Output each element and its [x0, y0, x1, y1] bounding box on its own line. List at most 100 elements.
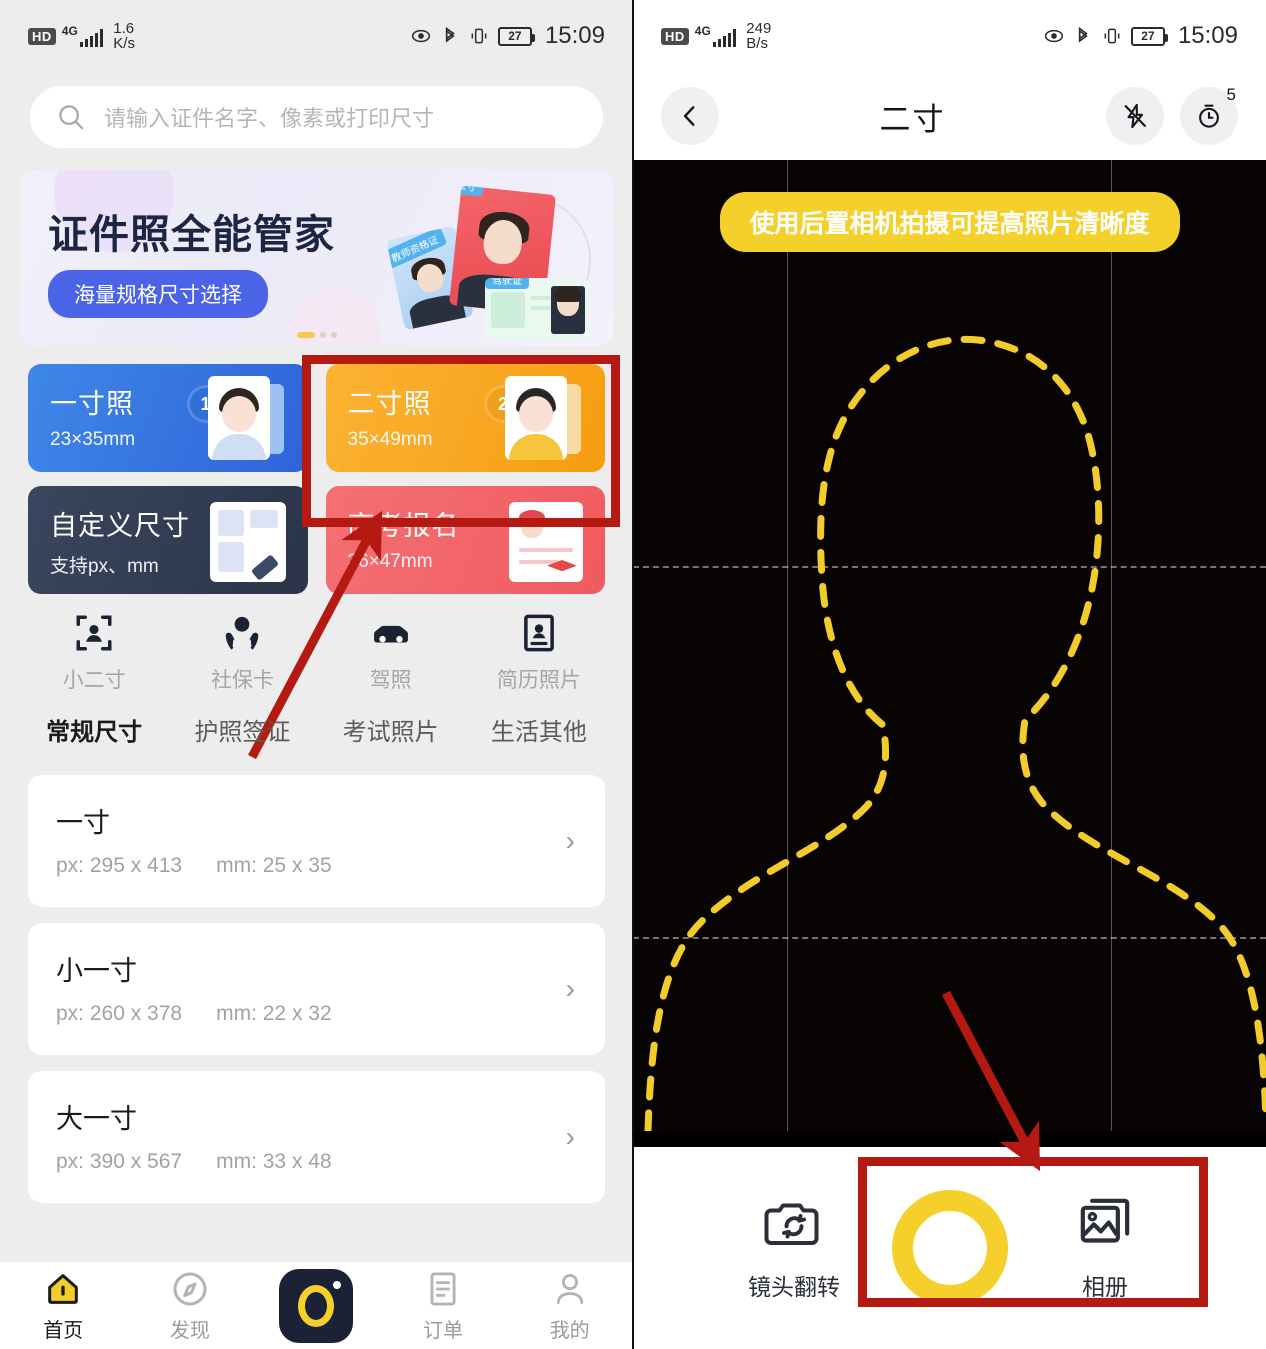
page-title: 二寸	[879, 101, 946, 137]
social-security-hands-icon	[168, 612, 316, 654]
network-speed: 249 B/s	[746, 21, 771, 51]
size-card-gaokao[interactable]: 高考报名 36×47mm	[325, 486, 605, 594]
size-card-one-inch[interactable]: 一寸照 23×35mm 1	[28, 364, 308, 472]
back-button[interactable]	[661, 87, 719, 145]
status-left-group: HD 4G 249 B/s	[661, 21, 771, 51]
banner-page-dots[interactable]	[296, 332, 337, 338]
nav-label: 我的	[549, 1320, 590, 1342]
home-icon	[0, 1268, 127, 1310]
size-list: 一寸 px: 295 x 413 mm: 25 x 35 › 小一寸 px: 2…	[28, 775, 605, 1203]
tab-label: 生活其他	[490, 719, 587, 746]
size-card-grid: 一寸照 23×35mm 1 二寸照 35×49mm 2 自定义尺寸 支持px、m…	[28, 364, 605, 594]
banner-illustration: 教师资格证 二寸 驾驶证	[337, 174, 605, 346]
status-right-group: 27 15:09	[1044, 22, 1238, 50]
chevron-right-icon: ›	[565, 1121, 575, 1152]
search-input[interactable]: 请输入证件名字、像素或打印尺寸	[30, 86, 603, 148]
size-card-avatar-art	[202, 376, 294, 464]
chevron-right-icon: ›	[565, 825, 575, 856]
nav-label: 发现	[169, 1320, 210, 1342]
network-speed: 1.6 K/s	[113, 21, 135, 51]
bottom-navigation: 首页 发现 订单 我的	[0, 1261, 633, 1349]
size-name: 小一寸	[56, 956, 137, 986]
tab-label: 考试照片	[342, 719, 439, 746]
camera-shutter-icon[interactable]	[279, 1268, 354, 1343]
compass-icon	[127, 1268, 254, 1310]
banner-chip-driver: 驾驶证	[485, 278, 529, 289]
status-clock: 15:09	[544, 22, 605, 49]
timer-button[interactable]: 5	[1180, 85, 1238, 145]
nav-item-orders[interactable]: 订单	[380, 1268, 507, 1343]
size-mm: mm: 33 x 48	[216, 1150, 332, 1173]
vibrate-icon	[471, 28, 487, 44]
flip-camera-button[interactable]: 镜头翻转	[729, 1195, 859, 1302]
nav-item-profile[interactable]: 我的	[506, 1268, 633, 1343]
chevron-left-icon	[683, 106, 695, 126]
status-right-group: 27 15:09	[411, 22, 605, 50]
custom-size-icon	[202, 498, 294, 586]
network-type-label: 4G	[61, 24, 78, 38]
gallery-icon	[1080, 1198, 1130, 1243]
screenshot-stage: HD 4G 1.6 K/s 27 15:09 请输入证件名字、像素或打印尺寸 证…	[0, 0, 1266, 1349]
signal-bars-icon	[79, 29, 104, 47]
album-button[interactable]: 相册	[1040, 1195, 1170, 1302]
car-icon	[317, 612, 465, 654]
tab-exam-photo[interactable]: 考试照片	[317, 712, 465, 755]
size-name: 大一寸	[56, 1104, 137, 1134]
tab-regular-sizes[interactable]: 常规尺寸	[20, 712, 168, 755]
tab-life-other[interactable]: 生活其他	[465, 712, 613, 755]
status-clock: 15:09	[1177, 22, 1238, 49]
quick-icon-row: 小二寸 社保卡 驾照 简历照片	[20, 612, 613, 694]
tab-passport-visa[interactable]: 护照签证	[168, 712, 316, 755]
id-scan-icon	[20, 612, 168, 654]
banner-cta-button[interactable]: 海量规格尺寸选择	[48, 270, 268, 318]
tab-label: 护照签证	[194, 719, 291, 746]
camera-header: 二寸 5	[633, 72, 1266, 160]
signal-icon: 4G	[695, 25, 737, 47]
search-icon	[59, 105, 84, 130]
speed-value: 1.6	[113, 20, 135, 37]
timer-value: 5	[1226, 85, 1236, 104]
size-card-two-inch[interactable]: 二寸照 35×49mm 2	[325, 364, 605, 472]
network-type-label: 4G	[694, 24, 711, 38]
list-item[interactable]: 小一寸 px: 260 x 378 mm: 22 x 32 ›	[28, 923, 605, 1055]
battery-icon: 27	[1130, 26, 1168, 46]
quick-item-label: 驾照	[369, 669, 412, 692]
camera-viewfinder[interactable]: 使用后置相机拍摄可提高照片清晰度	[633, 160, 1266, 1131]
size-meta: px: 390 x 567 mm: 33 x 48	[56, 1150, 579, 1174]
quick-item-label: 小二寸	[62, 669, 126, 692]
banner-title: 证件照全能管家	[48, 213, 335, 257]
nav-label: 订单	[423, 1320, 464, 1342]
quick-item-driver-license[interactable]: 驾照	[317, 612, 465, 694]
size-meta: px: 260 x 378 mm: 22 x 32	[56, 1002, 579, 1026]
flash-button[interactable]	[1106, 87, 1164, 145]
flash-off-icon	[1124, 103, 1146, 129]
quick-item-resume-photo[interactable]: 简历照片	[465, 612, 613, 694]
camera-control-bar: 镜头翻转 相册	[633, 1147, 1266, 1349]
list-item[interactable]: 大一寸 px: 390 x 567 mm: 33 x 48 ›	[28, 1071, 605, 1203]
camera-flip-icon	[764, 1203, 819, 1245]
signal-bars-icon	[712, 29, 737, 47]
list-item[interactable]: 一寸 px: 295 x 413 mm: 25 x 35 ›	[28, 775, 605, 907]
shutter-button[interactable]	[891, 1190, 1008, 1306]
resume-card-icon	[465, 612, 613, 654]
quick-item-label: 社保卡	[210, 669, 274, 692]
promo-banner[interactable]: 证件照全能管家 海量规格尺寸选择 教师资格证 二寸 驾驶证	[20, 170, 613, 346]
size-card-custom[interactable]: 自定义尺寸 支持px、mm	[28, 486, 308, 594]
nav-item-camera[interactable]	[253, 1268, 380, 1343]
hd-icon: HD	[661, 27, 689, 45]
quick-item-small-two-inch[interactable]: 小二寸	[20, 612, 168, 694]
quick-item-social-security[interactable]: 社保卡	[168, 612, 316, 694]
eye-icon	[1044, 29, 1064, 43]
right-status-bar: HD 4G 249 B/s 27 15:09	[633, 0, 1266, 72]
timer-icon	[1199, 104, 1219, 128]
size-mm: mm: 22 x 32	[216, 1002, 332, 1025]
nav-item-home[interactable]: 首页	[0, 1268, 127, 1343]
nav-item-discover[interactable]: 发现	[127, 1268, 254, 1343]
head-shoulders-silhouette-guide	[644, 335, 1266, 1131]
size-px: px: 295 x 413	[56, 854, 183, 877]
eye-icon	[411, 29, 431, 43]
tab-label: 常规尺寸	[46, 719, 143, 746]
bluetooth-icon	[1078, 26, 1088, 43]
size-px: px: 390 x 567	[56, 1150, 183, 1173]
camera-header-actions: 5	[1106, 85, 1238, 145]
